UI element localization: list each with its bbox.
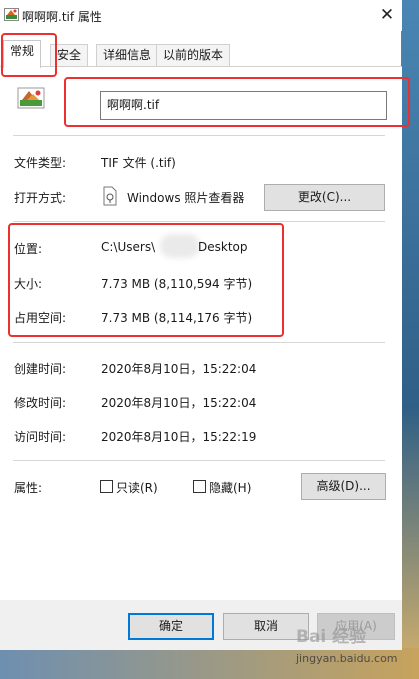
separator <box>13 221 385 222</box>
window-title: 啊啊啊.tif 属性 <box>22 10 102 24</box>
watermark: Bai 经验 jingyan.baidu.com <box>276 613 406 673</box>
photo-viewer-icon <box>103 186 117 206</box>
accessed-value: 2020年8月10日，15:22:19 <box>101 430 257 444</box>
created-value: 2020年8月10日，15:22:04 <box>101 362 257 376</box>
highlight-box-location-size <box>8 223 284 337</box>
watermark-main: Bai 经验 <box>296 627 367 647</box>
tab-strip: 常规 安全 详细信息 以前的版本 <box>0 40 402 68</box>
tab-details[interactable]: 详细信息 <box>96 44 159 67</box>
tif-file-icon-large <box>17 87 45 109</box>
ok-button[interactable]: 确定 <box>128 613 214 640</box>
separator <box>13 135 385 136</box>
change-button[interactable]: 更改(C)... <box>264 184 385 211</box>
watermark-sub: jingyan.baidu.com <box>296 652 398 665</box>
separator <box>13 460 385 461</box>
accessed-label: 访问时间: <box>14 430 67 444</box>
created-label: 创建时间: <box>14 362 67 376</box>
modified-value: 2020年8月10日，15:22:04 <box>101 396 257 410</box>
separator <box>13 342 385 343</box>
hidden-checkbox-box[interactable] <box>193 480 206 493</box>
attributes-label: 属性: <box>14 481 43 495</box>
properties-dialog: 啊啊啊.tif 属性 ✕ 常规 安全 详细信息 以前的版本 啊啊啊.tif 文件… <box>0 0 410 650</box>
tif-file-icon <box>4 8 19 21</box>
open-with-label: 打开方式: <box>14 191 67 205</box>
readonly-checkbox-box[interactable] <box>100 480 113 493</box>
open-with-value: Windows 照片查看器 <box>127 191 245 205</box>
readonly-label: 只读(R) <box>116 481 158 495</box>
file-type-value: TIF 文件 (.tif) <box>101 156 176 170</box>
advanced-button[interactable]: 高级(D)... <box>301 473 386 500</box>
modified-label: 修改时间: <box>14 396 67 410</box>
readonly-checkbox[interactable]: 只读(R) <box>100 478 160 495</box>
close-button[interactable]: ✕ <box>372 0 402 31</box>
tab-previous-versions[interactable]: 以前的版本 <box>156 44 231 67</box>
hidden-label: 隐藏(H) <box>209 481 252 495</box>
highlight-box-filename <box>64 77 410 127</box>
tab-general[interactable]: 常规 <box>3 40 42 68</box>
hidden-checkbox[interactable]: 隐藏(H) <box>193 478 253 495</box>
file-type-label: 文件类型: <box>14 156 67 170</box>
title-bar[interactable]: 啊啊啊.tif 属性 ✕ <box>0 0 402 31</box>
